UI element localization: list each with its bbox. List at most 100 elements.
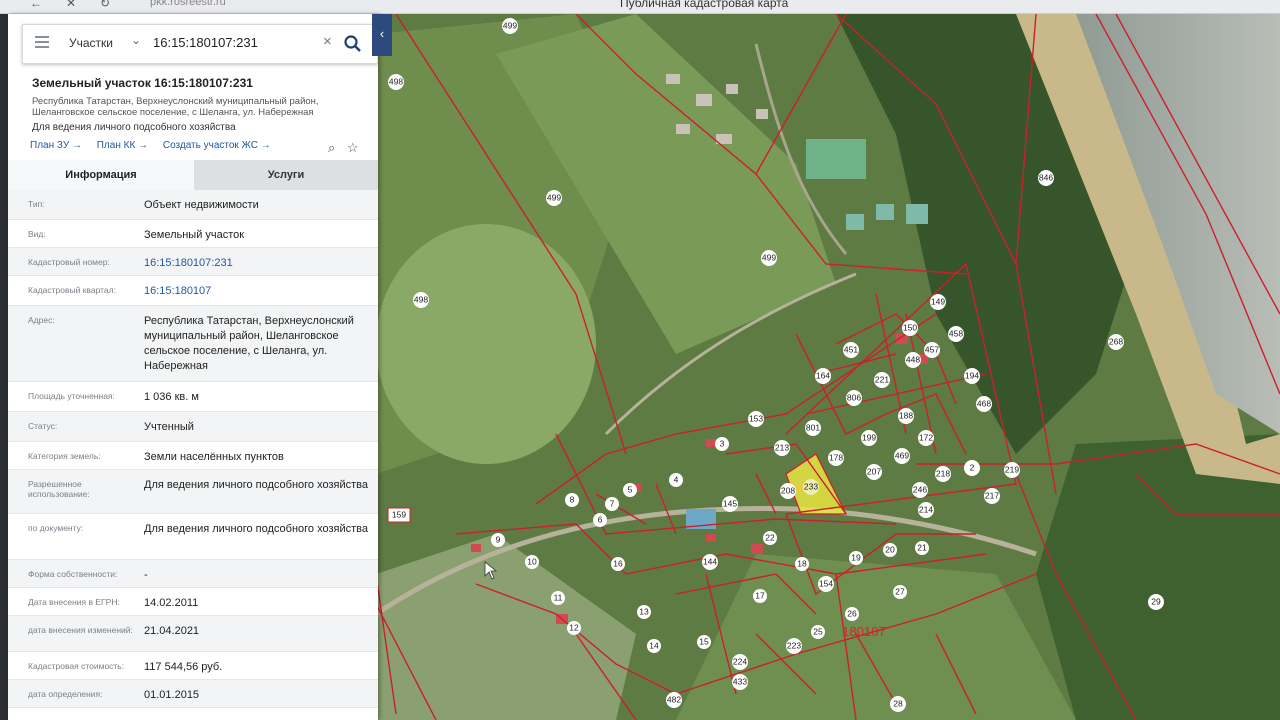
svg-text:3: 3 xyxy=(720,438,725,448)
svg-text:246: 246 xyxy=(913,484,927,494)
parcel-label-188: 188 xyxy=(898,408,914,424)
parcel-label-8: 8 xyxy=(565,493,579,507)
svg-text:433: 433 xyxy=(733,676,747,686)
svg-text:21: 21 xyxy=(917,542,927,552)
svg-text:458: 458 xyxy=(949,328,963,338)
parcel-label-17: 17 xyxy=(753,589,767,603)
svg-text:221: 221 xyxy=(875,374,889,384)
details-key: Кадастровый номер: xyxy=(28,257,110,267)
svg-text:188: 188 xyxy=(899,410,913,420)
svg-text:149: 149 xyxy=(931,296,945,306)
plan-kk-link[interactable]: План КК → xyxy=(97,140,148,151)
collapse-panel-button[interactable]: ‹ xyxy=(372,14,392,56)
details-row: Тип: Объект недвижимости xyxy=(8,190,378,220)
parcel-label-9: 9 xyxy=(491,533,505,547)
close-tab-icon[interactable]: ✕ xyxy=(66,0,76,10)
parcel-label-22: 22 xyxy=(763,531,777,545)
details-key: Площадь уточненная: xyxy=(28,391,115,401)
svg-text:268: 268 xyxy=(1109,336,1123,346)
tab-info[interactable]: Информация xyxy=(8,160,194,190)
svg-text:13: 13 xyxy=(639,606,649,616)
parcel-label-223: 223 xyxy=(786,638,802,654)
details-row: Разрешенное использование: Для ведения л… xyxy=(8,470,378,514)
cadastral-number-link[interactable]: 16:15:180107:231 xyxy=(144,256,372,271)
tab-services[interactable]: Услуги xyxy=(194,160,378,190)
parcel-label-14: 14 xyxy=(647,639,661,653)
svg-text:499: 499 xyxy=(503,20,517,30)
details-row: Статус: Учтенный xyxy=(8,412,378,442)
details-value: Для ведения личного подсобного хозяйства xyxy=(144,479,368,491)
parcel-label-164: 164 xyxy=(815,368,831,384)
plan-zu-link[interactable]: План ЗУ → xyxy=(30,140,82,151)
search-input[interactable]: 16:15:180107:231 xyxy=(153,35,258,50)
chevron-down-icon[interactable]: ⌄ xyxy=(131,33,141,47)
create-parcel-link[interactable]: Создать участок ЖС → xyxy=(163,140,271,151)
parcel-label-499: 499 xyxy=(502,18,518,34)
svg-text:448: 448 xyxy=(906,354,920,364)
svg-text:208: 208 xyxy=(781,485,795,495)
info-panel: Участки ⌄ 16:15:180107:231 × Земельный у… xyxy=(8,14,378,720)
parcel-label-21: 21 xyxy=(915,541,929,555)
clear-icon[interactable]: × xyxy=(323,33,332,50)
svg-text:214: 214 xyxy=(919,504,933,514)
back-icon[interactable]: ← xyxy=(30,0,42,10)
details-key: Адрес: xyxy=(28,315,55,325)
parcel-label-12: 12 xyxy=(567,621,581,635)
svg-text:499: 499 xyxy=(547,192,561,202)
parcel-label-498: 498 xyxy=(388,74,404,90)
search-type-select[interactable]: Участки xyxy=(69,36,113,50)
parcel-label-498b: 498 xyxy=(413,292,429,308)
parcel-label-451: 451 xyxy=(843,342,859,358)
parcel-label-448: 448 xyxy=(905,352,921,368)
svg-text:499: 499 xyxy=(762,252,776,262)
details-value: Для ведения личного подсобного хозяйства xyxy=(144,523,368,535)
details-value: 14.02.2011 xyxy=(144,597,199,609)
parcel-label-208: 208 xyxy=(780,483,796,499)
details-row: Площадь уточненная: 1 036 кв. м xyxy=(8,382,378,412)
zoom-to-icon[interactable]: ⌕ xyxy=(328,140,335,155)
parcel-label-13: 13 xyxy=(637,605,651,619)
parcel-label-7: 7 xyxy=(605,497,619,511)
parcel-label-16: 16 xyxy=(611,557,625,571)
details-row: Дата внесения в ЕГРН: 14.02.2011 xyxy=(8,588,378,616)
svg-text:27: 27 xyxy=(895,586,905,596)
svg-text:806: 806 xyxy=(847,392,861,402)
parcel-label-11: 11 xyxy=(551,591,565,605)
details-row: Категория земель: Земли населённых пункт… xyxy=(8,442,378,470)
svg-text:16: 16 xyxy=(613,558,623,568)
details-row: Кадастровый номер: 16:15:180107:231 xyxy=(8,248,378,276)
parcel-label-29: 29 xyxy=(1148,594,1164,610)
star-icon[interactable]: ☆ xyxy=(347,140,359,155)
map-canvas[interactable]: 499 498 499 499 498 846 268 29 28 159 14… xyxy=(376,14,1280,720)
cadastral-map[interactable]: 499 498 499 499 498 846 268 29 28 159 14… xyxy=(376,14,1280,720)
parcel-label-153: 153 xyxy=(748,411,764,427)
svg-text:7: 7 xyxy=(610,498,615,508)
parcel-label-468: 468 xyxy=(976,396,992,412)
svg-text:207: 207 xyxy=(867,466,881,476)
address-bar[interactable]: pkk.rosreestr.ru xyxy=(150,0,226,8)
svg-text:14: 14 xyxy=(649,640,659,650)
svg-text:159: 159 xyxy=(392,509,406,519)
search-bar[interactable]: Участки ⌄ 16:15:180107:231 × xyxy=(22,24,378,64)
document-links: План ЗУ → План КК → Создать участок ЖС → xyxy=(30,140,283,151)
svg-text:15: 15 xyxy=(699,636,709,646)
svg-text:153: 153 xyxy=(749,413,763,423)
reload-icon[interactable]: ↻ xyxy=(100,0,110,10)
parcel-label-149: 149 xyxy=(930,294,946,310)
svg-text:26: 26 xyxy=(847,608,857,618)
menu-icon[interactable] xyxy=(35,36,49,50)
cadastral-quarter-link[interactable]: 16:15:180107 xyxy=(144,284,372,299)
svg-text:25: 25 xyxy=(813,626,823,636)
parcel-label-214: 214 xyxy=(918,502,934,518)
details-value: 01.01.2015 xyxy=(144,689,200,701)
parcel-label-27: 27 xyxy=(893,585,907,599)
details-value: 1 036 кв. м xyxy=(144,391,199,403)
details-row: дата определения: 01.01.2015 xyxy=(8,680,378,708)
window-title: Публичная кадастровая карта xyxy=(620,0,789,10)
parcel-label-221: 221 xyxy=(874,372,890,388)
svg-text:5: 5 xyxy=(628,484,633,494)
parcel-label-218: 218 xyxy=(935,466,951,482)
details-row: Кадастровый квартал: 16:15:180107 xyxy=(8,276,378,306)
parcel-label-268: 268 xyxy=(1108,334,1124,350)
search-icon[interactable] xyxy=(343,34,363,54)
